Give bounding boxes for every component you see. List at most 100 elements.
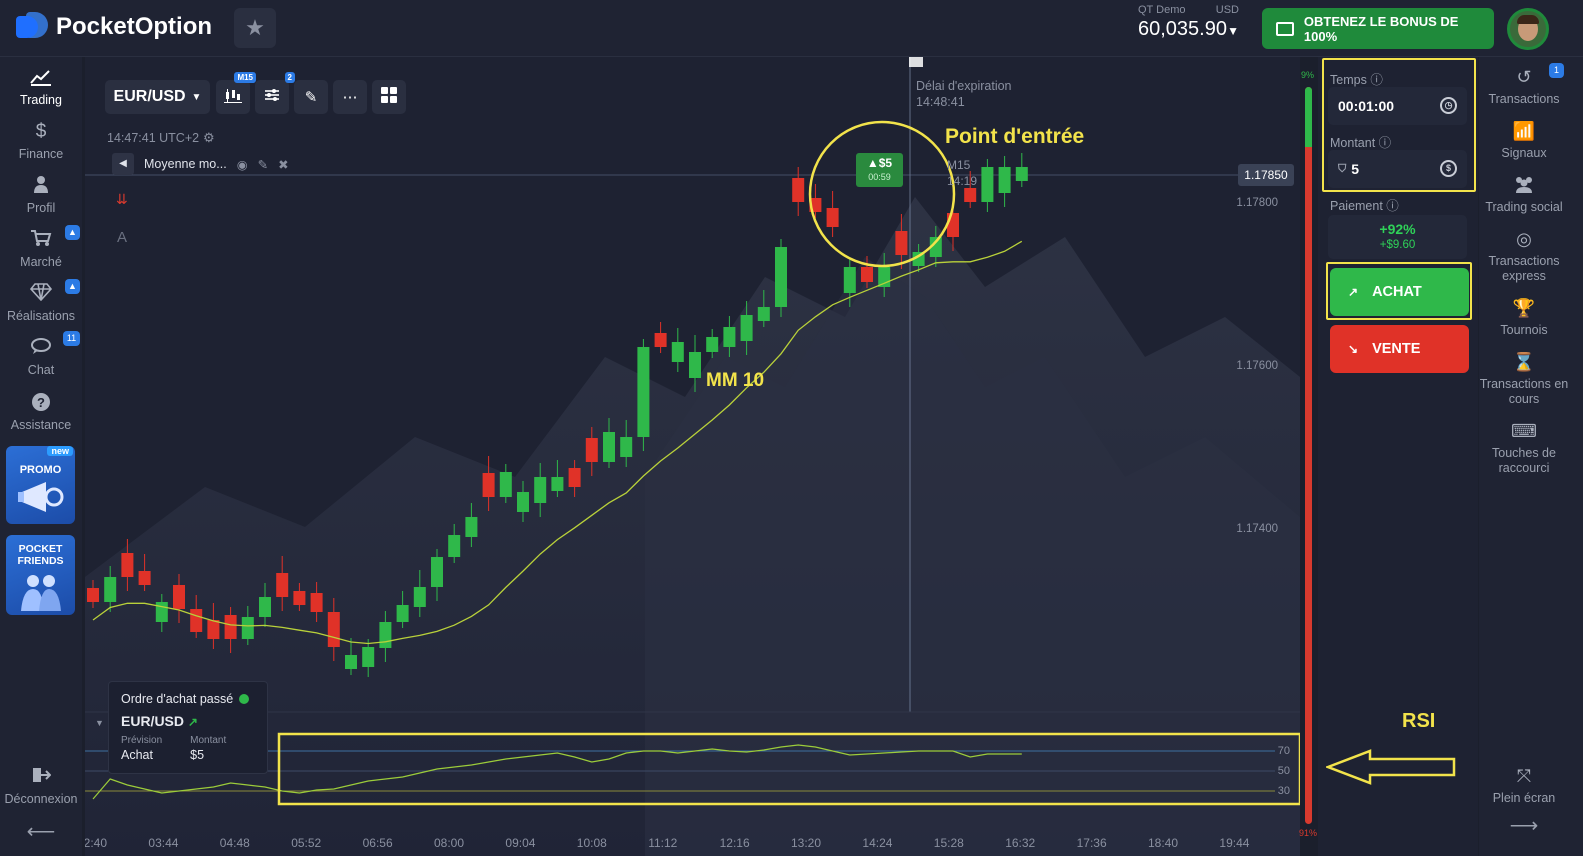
ellipsis-icon: ⋯ (342, 89, 358, 106)
open-trade-tag[interactable]: ▲$5 00:59 (856, 153, 903, 187)
nav-express[interactable]: ◎ Transactions express (1479, 229, 1569, 284)
timeframe-badge: M15 (234, 72, 256, 83)
collapse-rsi-icon[interactable]: ▼ (95, 718, 104, 728)
rsi-level-label: 30 (1277, 785, 1290, 797)
candle (706, 337, 719, 352)
nav-tournaments[interactable]: 🏆 Tournois (1479, 298, 1569, 338)
logout-icon (0, 766, 82, 788)
entry-highlight-circle (808, 120, 956, 268)
candle (671, 342, 684, 362)
right-sidebar: ↺ Transactions 1 📶 Signaux Trading socia… (1479, 57, 1583, 856)
nav-achievements[interactable]: Réalisations ▲ (0, 279, 82, 323)
nav-transactions[interactable]: ↺ Transactions 1 (1479, 63, 1569, 107)
candle (723, 327, 736, 347)
payout-label: Paiement ⓘ (1330, 199, 1399, 213)
fullscreen-icon: ⤧ (1516, 766, 1532, 786)
nav-signals[interactable]: 📶 Signaux (1479, 121, 1569, 161)
arrow-left-icon: ⟵ (26, 821, 56, 843)
nav-label: Touches de raccourci (1492, 446, 1556, 475)
nav-trading[interactable]: Trading (0, 67, 82, 107)
time-axis-label: 09:04 (505, 836, 536, 850)
trading-chart[interactable]: EUR/USD ▼ M15 2 ✎ ⋯ 14:47:41 UTC+2 ⚙ ◀ M… (85, 57, 1300, 856)
close-icon[interactable]: ✖ (278, 157, 288, 172)
dollar-icon: $ (35, 121, 47, 142)
nav-chat[interactable]: Chat 11 (0, 331, 82, 377)
candle (482, 473, 495, 497)
settings-gear-icon[interactable]: ⚙ (203, 130, 215, 146)
top-header: PocketOption ★ QT Demo USD 60,035.90 ▼ O… (0, 0, 1583, 57)
time-axis-label: 11:12 (648, 836, 678, 850)
sentiment-bar (1305, 87, 1312, 824)
target-icon: ◎ (1516, 229, 1532, 249)
moving-average-annotation: MM 10 (706, 370, 765, 391)
time-axis-label: 19:44 (1219, 836, 1250, 850)
nav-label: Réalisations (6, 309, 76, 323)
candle (654, 333, 667, 347)
info-icon: ⓘ (1386, 199, 1399, 213)
order-notification[interactable]: Ordre d'achat passé EUR/USD ↗ Prévision A… (108, 681, 268, 774)
bonus-button[interactable]: OBTENEZ LE BONUS DE 100% (1262, 8, 1494, 49)
chat-count-badge: 11 (63, 331, 80, 346)
amount-value: $5 (190, 748, 205, 762)
candle (276, 573, 289, 597)
candle (998, 167, 1011, 193)
candle (757, 307, 770, 321)
favorites-star-button[interactable]: ★ (234, 8, 276, 48)
avatar[interactable] (1507, 8, 1549, 50)
nav-market[interactable]: Marché ▲ (0, 225, 82, 269)
nav-pending-trades[interactable]: ⌛ Transactions en cours (1479, 352, 1569, 407)
rsi-pointer-arrow (1326, 749, 1456, 785)
brand-logo[interactable]: PocketOption (14, 12, 212, 42)
pair-selector[interactable]: EUR/USD ▼ (105, 80, 210, 114)
candle (740, 315, 753, 341)
layout-grid-button[interactable] (372, 80, 406, 114)
more-options-button[interactable]: ⋯ (333, 80, 367, 114)
nav-finance[interactable]: $ Finance (0, 121, 82, 161)
time-axis-label: 10:08 (576, 836, 607, 850)
edit-icon[interactable]: ✎ (258, 157, 268, 172)
buy-highlight (1326, 262, 1472, 320)
current-price-badge: 1.17850 (1238, 164, 1294, 186)
candle (155, 602, 168, 622)
expand-right-button[interactable]: ⟶ (1479, 816, 1569, 836)
rsi-annotation: RSI (1402, 710, 1436, 732)
nav-social-trading[interactable]: Trading social (1479, 175, 1569, 215)
account-type: QT Demo (1138, 4, 1186, 16)
eye-icon[interactable]: ◉ (237, 157, 248, 172)
nav-fullscreen[interactable]: ⤧ Plein écran (1479, 766, 1569, 806)
nav-label: Trading social (1485, 200, 1563, 214)
candle (534, 477, 547, 503)
drawing-tools-button[interactable]: ✎ (294, 80, 328, 114)
time-amount-highlight (1322, 58, 1476, 192)
text-tool-icon[interactable]: A (117, 229, 127, 246)
nav-profile[interactable]: Profil (0, 175, 82, 215)
indicator-legend: ◀ Moyenne mo... ◉ ✎ ✖ (112, 153, 322, 175)
transactions-badge: 1 (1549, 63, 1564, 78)
trend-up-icon: ↗ (187, 715, 198, 729)
chart-icon (0, 67, 82, 89)
pocket-friends-banner[interactable]: POCKET FRIENDS (6, 535, 75, 615)
collapse-sidebar-button[interactable]: ⟵ (0, 819, 82, 844)
candle (585, 438, 598, 462)
arrow-right-icon: ⟶ (1509, 815, 1539, 837)
nav-logout[interactable]: Déconnexion (0, 766, 82, 806)
chart-type-button[interactable]: M15 (216, 72, 256, 114)
promo-banner[interactable]: new PROMO (6, 446, 75, 524)
price-label: 1.17400 (1236, 523, 1278, 535)
megaphone-icon (17, 482, 63, 512)
sell-label: VENTE (1372, 341, 1421, 357)
sell-button[interactable]: ↘ VENTE (1330, 325, 1469, 373)
time-axis-label: 14:24 (862, 836, 893, 850)
nav-shortcuts[interactable]: ⌨ Touches de raccourci (1479, 421, 1569, 476)
account-selector[interactable]: QT Demo USD 60,035.90 ▼ (1125, 2, 1247, 50)
candle (362, 647, 375, 667)
sort-arrows-icon[interactable]: ⇊ (116, 191, 128, 208)
chevron-down-icon: ▼ (191, 91, 202, 103)
wallet-icon (1276, 21, 1294, 36)
account-currency: USD (1215, 4, 1239, 16)
nav-assistance[interactable]: ? Assistance (0, 392, 82, 432)
indicators-button[interactable]: 2 (255, 72, 295, 114)
help-icon: ? (0, 392, 82, 414)
brush-icon: ✎ (304, 89, 318, 106)
collapse-indicators-button[interactable]: ◀ (112, 153, 134, 175)
